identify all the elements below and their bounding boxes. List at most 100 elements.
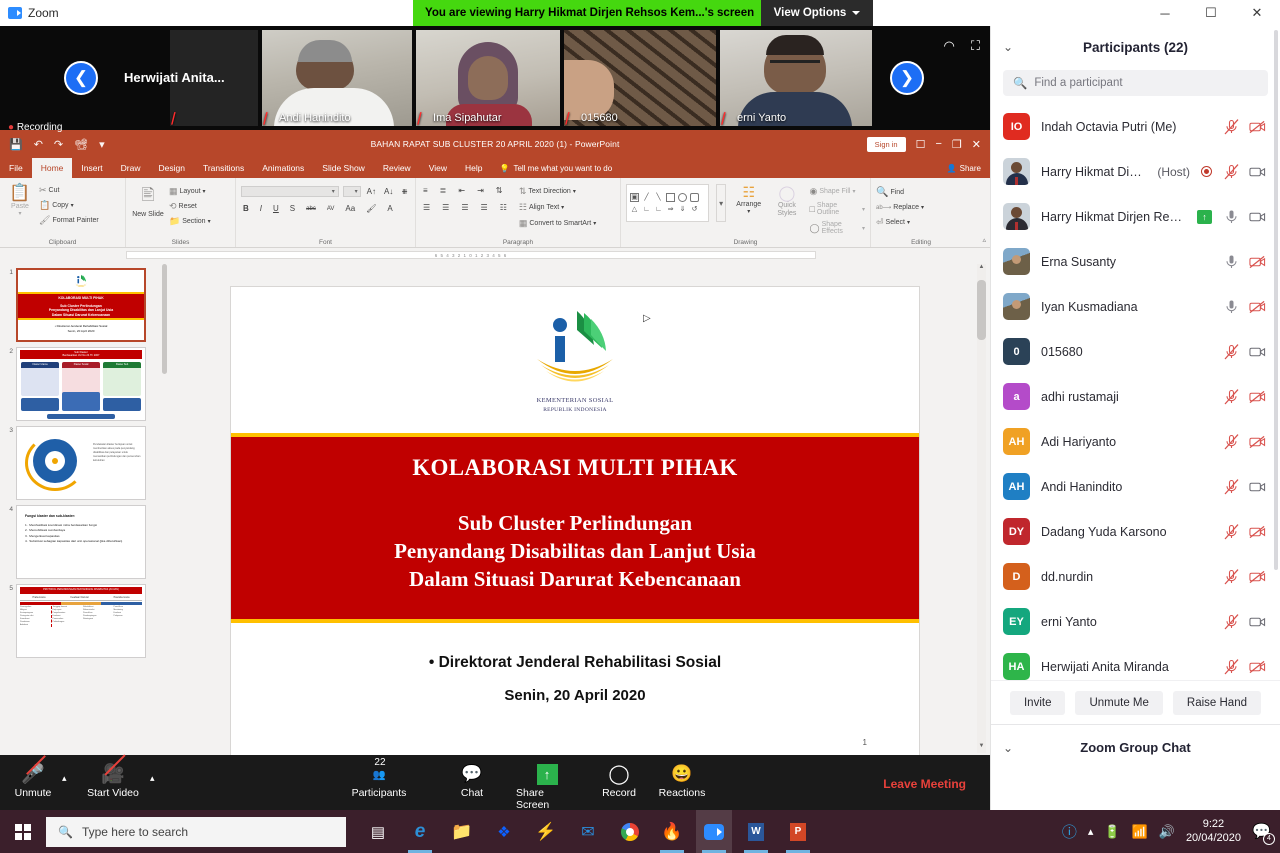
mic-muted-icon[interactable] bbox=[1223, 163, 1240, 180]
powerpoint-taskbar-icon[interactable]: P bbox=[780, 810, 816, 853]
raise-hand-button[interactable]: Raise Hand bbox=[1172, 690, 1261, 715]
copy-button[interactable]: 📋 Copy ▾ bbox=[39, 200, 99, 211]
collapse-chat-icon[interactable]: ⌄ bbox=[1003, 741, 1013, 755]
participant-row[interactable]: Iyan Kusmadiana bbox=[991, 284, 1280, 329]
find-participant-input[interactable]: 🔍 Find a participant bbox=[1003, 70, 1268, 96]
align-text-button[interactable]: ☷ Align Text ▾ bbox=[519, 202, 596, 213]
word-icon[interactable]: W bbox=[738, 810, 774, 853]
thumbnail-scrollbar[interactable] bbox=[162, 264, 167, 753]
battery-icon[interactable]: 🔋 bbox=[1104, 824, 1120, 840]
camera-off-icon[interactable] bbox=[1249, 389, 1266, 405]
shape-effects-button[interactable]: ◯ Shape Effects ▾ bbox=[809, 221, 865, 235]
thumbnail-slide-4[interactable]: Fungsi klaster dan sub-klaster: 1. Memfa… bbox=[16, 505, 146, 579]
fullscreen-icon[interactable]: ⛶ bbox=[971, 38, 980, 54]
decrease-indent-button[interactable]: ⇤ bbox=[456, 186, 467, 195]
camera-off-icon[interactable] bbox=[1249, 434, 1266, 450]
format-painter-button[interactable]: 🖌 Format Painter bbox=[39, 215, 99, 226]
zoom-group-chat-header[interactable]: ⌄ Zoom Group Chat bbox=[991, 724, 1280, 770]
participants-list[interactable]: IO Indah Octavia Putri (Me) Harry Hikmat D… bbox=[991, 104, 1280, 680]
camera-off-icon[interactable] bbox=[1249, 569, 1266, 585]
video-tile[interactable]: ⎸ Ima Sipahutar bbox=[416, 30, 560, 126]
collapse-ribbon-icon[interactable]: ▵ bbox=[982, 236, 986, 244]
participant-row[interactable]: 0 015680 bbox=[991, 329, 1280, 374]
slide-thumbnail-item[interactable]: 4 Fungsi klaster dan sub-klaster: 1. Mem… bbox=[0, 503, 168, 582]
tell-me-search[interactable]: 💡 Tell me what you want to do bbox=[491, 158, 612, 178]
filmstrip-prev-button[interactable]: ❮ bbox=[64, 61, 98, 95]
replace-button[interactable]: ab⟶ Replace ▾ bbox=[876, 204, 966, 211]
numbering-button[interactable]: ≣ bbox=[438, 186, 449, 195]
chat-button[interactable]: 💬 Chat bbox=[441, 761, 503, 799]
slide-thumbnail-item[interactable]: 3 Pendekatan klaster bertujuan untuk mem… bbox=[0, 424, 168, 503]
mic-muted-icon[interactable] bbox=[1223, 433, 1240, 450]
mic-muted-icon[interactable] bbox=[1223, 658, 1240, 675]
text-direction-button[interactable]: ⇅ Text Direction ▾ bbox=[519, 186, 596, 197]
italic-button[interactable]: I bbox=[258, 204, 264, 213]
thumbnail-slide-5[interactable]: PROTOKOL PERLINDUNGAN PENYANDANG DISABIL… bbox=[16, 584, 146, 658]
current-slide[interactable]: KEMENTERIAN SOSIAL REPUBLIK INDONESIA KO… bbox=[230, 286, 920, 756]
camera-on-icon[interactable] bbox=[1249, 209, 1266, 225]
start-video-button[interactable]: 🎥 Start Video bbox=[82, 754, 144, 799]
mic-on-icon[interactable] bbox=[1223, 299, 1240, 315]
volume-icon[interactable]: 🔊 bbox=[1159, 824, 1175, 840]
participant-row[interactable]: a adhi rustamaji bbox=[991, 374, 1280, 419]
record-button[interactable]: ◯ Record bbox=[588, 761, 650, 800]
text-shadow-button[interactable]: S bbox=[288, 204, 297, 213]
mic-muted-icon[interactable] bbox=[1223, 118, 1240, 135]
tab-animations[interactable]: Animations bbox=[253, 158, 313, 178]
slide-thumbnail-item[interactable]: 5 PROTOKOL PERLINDUNGAN PENYANDANG DISAB… bbox=[0, 582, 168, 661]
camera-off-icon[interactable] bbox=[1249, 254, 1266, 270]
tab-slide-show[interactable]: Slide Show bbox=[313, 158, 374, 178]
shareit-icon[interactable]: ⚡ bbox=[528, 810, 564, 853]
line-spacing-button[interactable]: ⇅ bbox=[494, 186, 505, 195]
participant-row[interactable]: Harry Hikmat Dirjen Rehsos... ↑ bbox=[991, 194, 1280, 239]
layout-button[interactable]: ▦ Layout ▾ bbox=[169, 186, 211, 197]
scrollbar-thumb[interactable] bbox=[162, 264, 167, 374]
mic-muted-icon[interactable] bbox=[1223, 343, 1240, 360]
tab-design[interactable]: Design bbox=[150, 158, 194, 178]
thumbnail-slide-1[interactable]: KOLABORASI MULTI PIHAK Sub Cluster Perli… bbox=[16, 268, 146, 342]
tab-transitions[interactable]: Transitions bbox=[194, 158, 253, 178]
participant-row[interactable]: IO Indah Octavia Putri (Me) bbox=[991, 104, 1280, 149]
audio-options-chevron-icon[interactable]: ▴ bbox=[62, 773, 67, 784]
cut-button[interactable]: ✂ Cut bbox=[39, 185, 99, 196]
scroll-up-icon[interactable]: ▲ bbox=[977, 264, 986, 274]
tab-home[interactable]: Home bbox=[31, 158, 73, 178]
help-icon[interactable]: ⓘ bbox=[1062, 821, 1077, 842]
underline-button[interactable]: U bbox=[271, 204, 281, 213]
participants-scrollbar[interactable] bbox=[1274, 30, 1278, 570]
shape-outline-button[interactable]: □ Shape Outline ▾ bbox=[809, 202, 865, 216]
task-view-icon[interactable]: ▤ bbox=[360, 810, 396, 853]
action-center-icon[interactable]: 💬 4 bbox=[1252, 822, 1275, 845]
mic-muted-icon[interactable] bbox=[1223, 388, 1240, 405]
view-options-button[interactable]: View Options bbox=[761, 0, 873, 26]
close-button[interactable]: ✕ bbox=[1234, 0, 1280, 26]
select-button[interactable]: ⏎ Select ▾ bbox=[876, 217, 966, 228]
tab-view[interactable]: View bbox=[420, 158, 456, 178]
align-right-button[interactable]: ☰ bbox=[459, 203, 470, 212]
camera-off-icon[interactable] bbox=[1249, 659, 1266, 675]
scroll-down-icon[interactable]: ▼ bbox=[977, 743, 986, 753]
align-left-button[interactable]: ☰ bbox=[421, 203, 432, 212]
shapes-more-icon[interactable]: ▾ bbox=[716, 184, 727, 222]
slide-thumbnail-item[interactable]: 2 Sub Klaster Berdasarkan UU No 24 Th 200… bbox=[0, 345, 168, 424]
edge-icon[interactable]: e bbox=[402, 810, 438, 853]
slide-thumbnail-item[interactable]: 1 KOLABORASI MULTI PIHAK Sub Cluster Per… bbox=[0, 266, 168, 345]
section-button[interactable]: 📁 Section ▾ bbox=[169, 216, 211, 227]
filmstrip-next-button[interactable]: ❯ bbox=[890, 61, 924, 95]
participant-row[interactable]: AH Andi Hanindito bbox=[991, 464, 1280, 509]
participant-row[interactable]: Harry Hikmat Dirjen ... (Host) bbox=[991, 149, 1280, 194]
reset-button[interactable]: ⟲ Reset bbox=[169, 201, 211, 212]
bullets-button[interactable]: ≡ bbox=[421, 186, 430, 195]
decrease-font-size-button[interactable]: A↓ bbox=[382, 187, 395, 196]
font-color-button[interactable]: A bbox=[385, 204, 394, 213]
convert-to-smartart-button[interactable]: ▦ Convert to SmartArt ▾ bbox=[519, 218, 596, 229]
invite-button[interactable]: Invite bbox=[1009, 690, 1066, 715]
columns-button[interactable]: ☷ bbox=[498, 203, 509, 212]
mic-muted-icon[interactable] bbox=[1223, 613, 1240, 630]
increase-font-size-button[interactable]: A↑ bbox=[365, 187, 378, 196]
slide-editing-area[interactable]: KEMENTERIAN SOSIAL REPUBLIK INDONESIA KO… bbox=[168, 262, 990, 756]
change-case-button[interactable]: Aa bbox=[343, 204, 357, 213]
tab-insert[interactable]: Insert bbox=[72, 158, 111, 178]
chrome-icon[interactable] bbox=[612, 810, 648, 853]
participant-row[interactable]: DY Dadang Yuda Karsono bbox=[991, 509, 1280, 554]
